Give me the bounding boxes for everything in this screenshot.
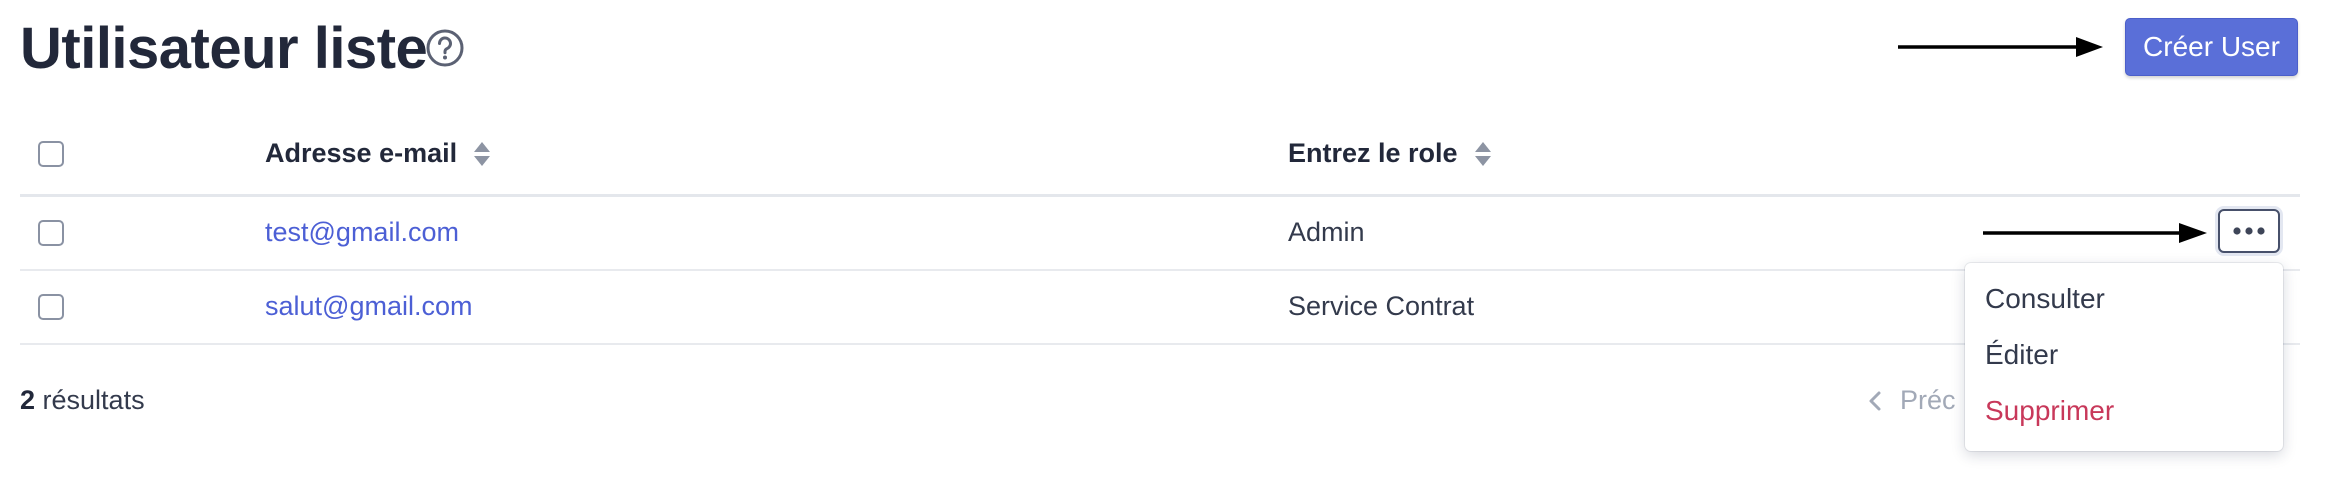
role-cell: Service Contrat [1288, 291, 1475, 321]
email-link[interactable]: salut@gmail.com [265, 291, 472, 322]
sort-icon[interactable] [473, 141, 491, 167]
page-title: Utilisateur liste [20, 16, 428, 81]
create-user-button[interactable]: Créer User [2125, 18, 2298, 76]
menu-item-editer[interactable]: Éditer [1985, 339, 2058, 371]
row-checkbox[interactable] [38, 294, 64, 320]
email-link[interactable]: test@gmail.com [265, 217, 459, 248]
sort-icon[interactable] [1474, 141, 1492, 167]
annotation-arrow-create [1898, 37, 2103, 57]
row-actions-button[interactable] [2218, 209, 2280, 253]
results-count-number: 2 [20, 385, 36, 415]
select-all-checkbox[interactable] [38, 141, 64, 167]
results-count: 2 résultats [20, 385, 145, 416]
annotation-arrow-actions [1983, 223, 2207, 243]
menu-item-supprimer[interactable]: Supprimer [1985, 395, 2114, 427]
row-actions-menu: Consulter Éditer Supprimer [1965, 263, 2283, 451]
previous-page-link[interactable]: Préc [1868, 385, 1956, 416]
role-cell: Admin [1288, 217, 1365, 247]
results-count-label: résultats [35, 385, 145, 415]
menu-item-consulter[interactable]: Consulter [1985, 283, 2105, 315]
column-header-email-label: Adresse e-mail [265, 138, 458, 168]
more-horizontal-icon [2233, 227, 2265, 235]
previous-page-label: Préc [1900, 385, 1956, 415]
table-row: salut@gmail.com Service Contrat [20, 271, 2300, 345]
help-icon[interactable] [425, 28, 465, 68]
column-header-role[interactable]: Entrez le role [1288, 138, 1492, 169]
column-header-email[interactable]: Adresse e-mail [265, 138, 491, 169]
users-table: Adresse e-mail Entrez le role test@gmail… [20, 120, 2300, 345]
table-row: test@gmail.com Admin [20, 197, 2300, 271]
row-checkbox[interactable] [38, 220, 64, 246]
column-header-role-label: Entrez le role [1288, 138, 1458, 168]
table-header: Adresse e-mail Entrez le role [20, 120, 2300, 197]
chevron-left-icon [1869, 391, 1881, 410]
